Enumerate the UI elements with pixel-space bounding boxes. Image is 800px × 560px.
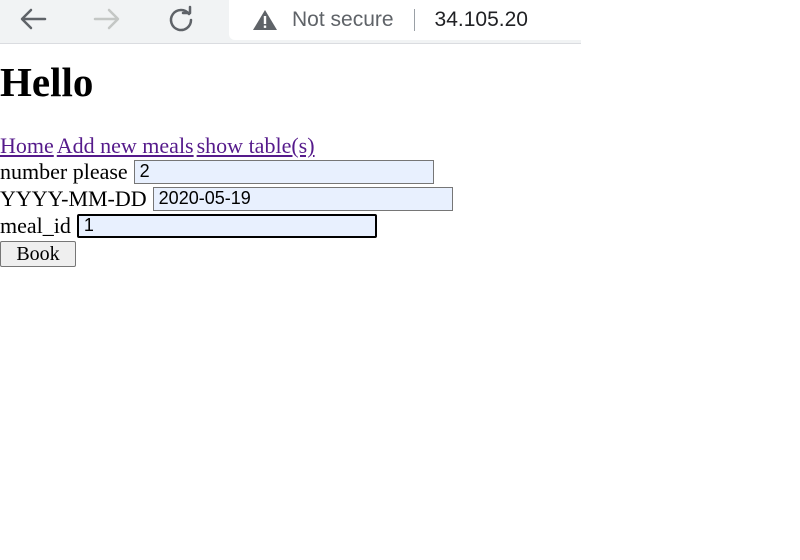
forward-arrow-icon[interactable]: [92, 4, 122, 34]
address-bar[interactable]: Not secure 34.105.20: [229, 0, 581, 40]
browser-toolbar: Not secure 34.105.20: [0, 0, 581, 44]
number-input[interactable]: [133, 159, 434, 184]
book-button[interactable]: Book: [0, 241, 76, 267]
reload-icon[interactable]: [166, 4, 196, 34]
booking-form: number please YYYY-MM-DD meal_id Book: [0, 158, 800, 267]
meal-id-input[interactable]: [76, 213, 377, 238]
add-new-meals-link[interactable]: Add new meals: [57, 133, 194, 158]
number-row: number please: [0, 158, 800, 185]
address-separator: [413, 9, 415, 31]
show-tables-link[interactable]: show table(s): [197, 133, 315, 158]
url-text[interactable]: 34.105.20: [435, 8, 528, 32]
date-row: YYYY-MM-DD: [0, 185, 800, 212]
warning-triangle-icon[interactable]: [252, 9, 278, 31]
meal-id-label: meal_id: [0, 213, 71, 238]
page-heading: Hello: [0, 59, 94, 105]
page-content: Hello Home Add new meals show table(s) num…: [0, 58, 800, 267]
number-label: number please: [0, 159, 128, 184]
security-status-text[interactable]: Not secure: [292, 8, 394, 32]
home-link[interactable]: Home: [0, 133, 54, 158]
back-arrow-icon[interactable]: [18, 4, 48, 34]
date-label: YYYY-MM-DD: [0, 186, 147, 211]
meal-id-row: meal_id: [0, 212, 800, 239]
date-input[interactable]: [152, 186, 453, 211]
nav-links: Home Add new meals show table(s): [0, 134, 800, 158]
